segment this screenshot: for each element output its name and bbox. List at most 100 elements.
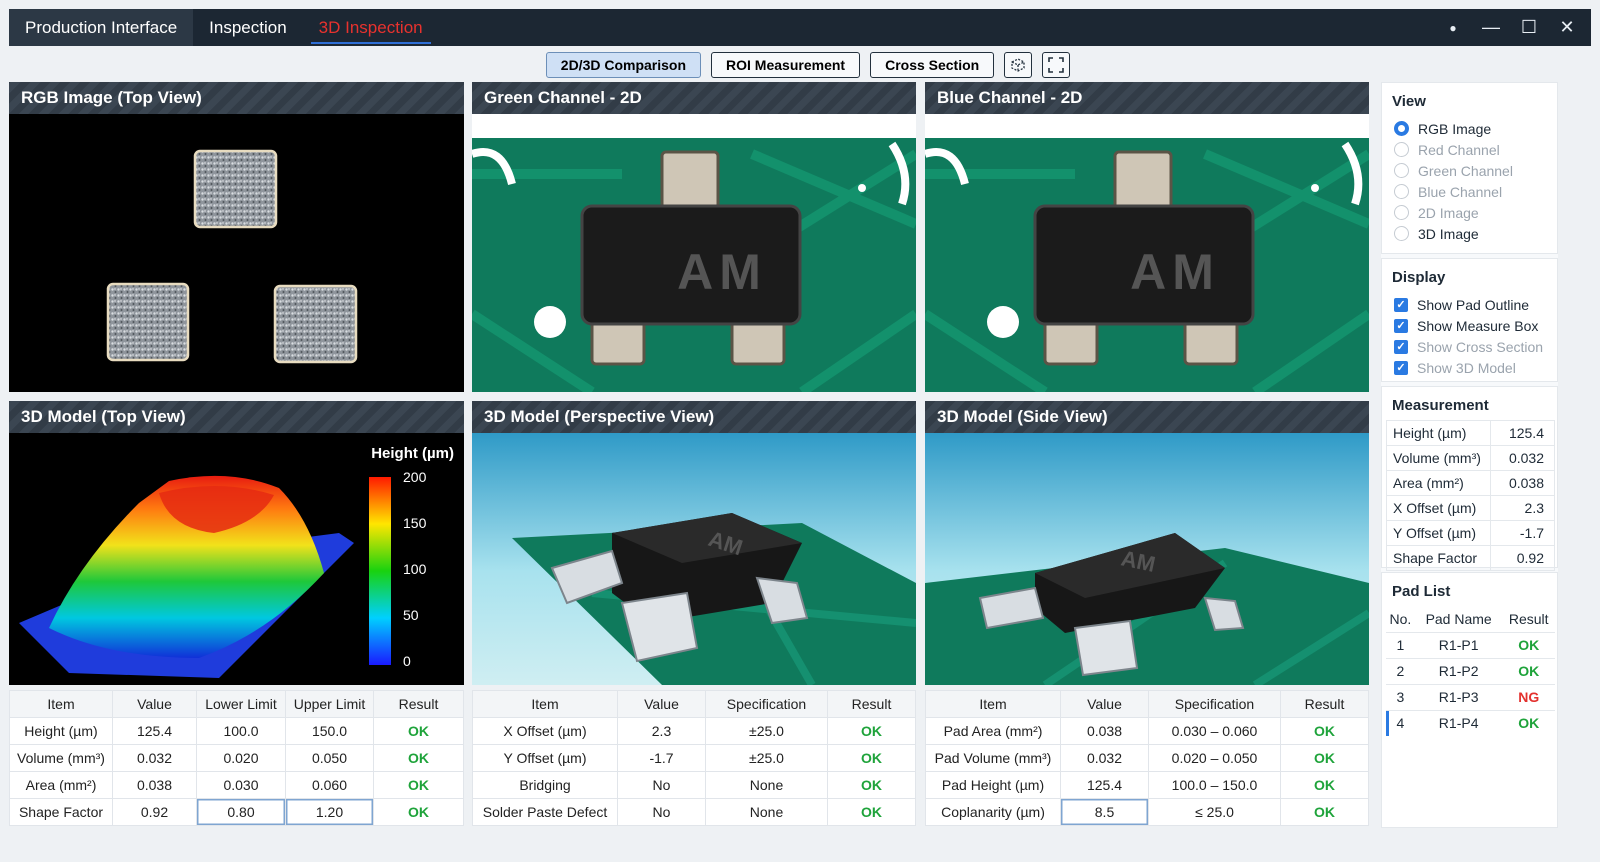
panel-title: 3D Model (Top View) [9, 401, 464, 433]
spec-cell: ≤ 25.0 [1148, 798, 1281, 826]
item-cell: Bridging [472, 771, 618, 799]
pad-name: R1-P2 [1414, 657, 1503, 684]
solder-pad [106, 282, 190, 362]
column-header: Lower Limit [196, 690, 286, 718]
column-header: Value [1060, 690, 1149, 718]
column-header: No. [1386, 606, 1415, 633]
column-header: Upper Limit [285, 690, 374, 718]
view-option-rgb[interactable]: RGB Image [1382, 118, 1557, 139]
component-3d-render: AM [512, 513, 916, 685]
blue-channel-view[interactable]: AM [925, 114, 1369, 392]
pad-result: OK [1502, 657, 1555, 684]
display-option-cross-section[interactable]: ✓ Show Cross Section [1382, 336, 1557, 357]
display-option-pad-outline[interactable]: ✓ Show Pad Outline [1382, 294, 1557, 315]
spec-cell: 0.030 – 0.060 [1148, 717, 1281, 745]
result-cell: OK [373, 771, 464, 799]
spec-cell: 0.020 – 0.050 [1148, 744, 1281, 772]
view-option-blue[interactable]: Blue Channel [1382, 181, 1557, 202]
value-cell: -1.7 [617, 744, 706, 772]
solder-pad [273, 284, 358, 364]
comparison-button[interactable]: 2D/3D Comparison [545, 52, 702, 78]
measurement-value: 125.4 [1490, 420, 1555, 446]
radio-icon [1394, 205, 1409, 220]
result-cell: OK [1280, 798, 1369, 826]
table-row[interactable]: Solder Paste Defect No None OK [472, 798, 916, 826]
green-channel-view[interactable]: AM [472, 114, 916, 392]
table-row[interactable]: Area (mm²) 0.038 0.030 0.060 OK [9, 771, 464, 799]
inspection-app: Production Interface Inspection 3D Inspe… [0, 0, 1600, 862]
column-header: Pad Name [1414, 606, 1503, 633]
pad-header-row: No. Pad Name Result [1386, 606, 1555, 633]
right-sidebar: View RGB Image Red Channel Green Channel… [1381, 82, 1558, 828]
minimize-icon[interactable]: — [1479, 16, 1503, 40]
model-side-view[interactable]: AM [925, 433, 1369, 685]
table-row[interactable]: Coplanarity (µm) 8.5 ≤ 25.0 OK [925, 798, 1369, 826]
option-label: Green Channel [1418, 162, 1513, 179]
pad-row[interactable]: 3 R1-P3 NG [1386, 683, 1555, 710]
via-dot [1311, 184, 1319, 192]
item-cell: Coplanarity (µm) [925, 798, 1061, 826]
measurement-row: Area (mm²) 0.038 [1386, 470, 1555, 496]
view-option-green[interactable]: Green Channel [1382, 160, 1557, 181]
pad-row[interactable]: 4 R1-P4 OK [1386, 709, 1555, 736]
model-perspective-view[interactable]: AM [472, 433, 916, 685]
table-row[interactable]: Height (µm) 125.4 100.0 150.0 OK [9, 717, 464, 745]
value-cell: 2.3 [617, 717, 706, 745]
window-controls: ● — ☐ ✕ [1441, 9, 1591, 46]
pad-row[interactable]: 2 R1-P2 OK [1386, 657, 1555, 684]
column-header: Item [472, 690, 618, 718]
tab-production-interface[interactable]: Production Interface [9, 9, 194, 46]
table-row[interactable]: Bridging No None OK [472, 771, 916, 799]
table-row[interactable]: Shape Factor 0.92 0.80 1.20 OK [9, 798, 464, 826]
limit-input[interactable]: 1.20 [285, 798, 374, 826]
item-cell: Pad Area (mm²) [925, 717, 1061, 745]
display-option-measure-box[interactable]: ✓ Show Measure Box [1382, 315, 1557, 336]
table-row[interactable]: Volume (mm³) 0.032 0.020 0.050 OK [9, 744, 464, 772]
pin-icon[interactable]: ● [1441, 16, 1465, 40]
roi-measurement-button[interactable]: ROI Measurement [711, 52, 861, 78]
table-row[interactable]: X Offset (µm) 2.3 ±25.0 OK [472, 717, 916, 745]
panel-title: Blue Channel - 2D [925, 82, 1369, 114]
close-icon[interactable]: ✕ [1555, 16, 1579, 40]
measurement-row: Shape Factor 0.92 [1386, 545, 1555, 571]
measurement-value: 2.3 [1490, 495, 1555, 521]
rgb-image-view[interactable] [9, 114, 464, 392]
column-header: Value [112, 690, 197, 718]
view-3d-button[interactable] [1004, 52, 1033, 78]
measurement-table: Height (µm) 125.4 Volume (mm³) 0.032 Area … [1386, 420, 1555, 571]
results-table-height: Item Value Lower Limit Upper Limit Resul… [9, 690, 464, 826]
value-cell: 0.92 [112, 798, 197, 826]
table-row[interactable]: Y Offset (µm) -1.7 ±25.0 OK [472, 744, 916, 772]
table-row[interactable]: Pad Height (µm) 125.4 100.0 – 150.0 OK [925, 771, 1369, 799]
table-header-row: Item Value Specification Result [925, 690, 1369, 718]
measurement-section: Measurement Height (µm) 125.4 Volume (mm³… [1381, 386, 1558, 571]
view-option-2d[interactable]: 2D Image [1382, 202, 1557, 223]
table-row[interactable]: Pad Volume (mm³) 0.032 0.020 – 0.050 OK [925, 744, 1369, 772]
tab-3d-inspection[interactable]: 3D Inspection [303, 9, 439, 46]
pad-row[interactable]: 1 R1-P1 OK [1386, 631, 1555, 658]
model-top-panel: 3D Model (Top View) Height (µm) 200 150 … [9, 401, 464, 685]
tab-inspection[interactable]: Inspection [193, 9, 303, 46]
radio-icon [1394, 163, 1409, 178]
column-header: Result [1502, 606, 1555, 633]
maximize-icon[interactable]: ☐ [1517, 16, 1541, 40]
item-cell: Height (µm) [9, 717, 113, 745]
result-cell: OK [373, 798, 464, 826]
section-title: View [1392, 93, 1426, 110]
cross-section-button[interactable]: Cross Section [870, 52, 995, 78]
limit-input[interactable]: 0.80 [196, 798, 286, 826]
via-dot [858, 184, 866, 192]
measurement-row: X Offset (µm) 2.3 [1386, 495, 1555, 521]
value-cell: 8.5 [1060, 798, 1149, 826]
table-row[interactable]: Pad Area (mm²) 0.038 0.030 – 0.060 OK [925, 717, 1369, 745]
view-option-3d[interactable]: 3D Image [1382, 223, 1557, 244]
result-cell: OK [827, 798, 916, 826]
result-cell: OK [1280, 717, 1369, 745]
measurement-label: Shape Factor [1386, 545, 1491, 571]
limit-cell: 150.0 [285, 717, 374, 745]
display-option-3d-model[interactable]: ✓ Show 3D Model [1382, 357, 1557, 378]
measurement-row: Y Offset (µm) -1.7 [1386, 520, 1555, 546]
fullscreen-button[interactable] [1042, 52, 1071, 78]
view-option-red[interactable]: Red Channel [1382, 139, 1557, 160]
model-top-view[interactable]: Height (µm) 200 150 100 50 0 [9, 433, 464, 685]
